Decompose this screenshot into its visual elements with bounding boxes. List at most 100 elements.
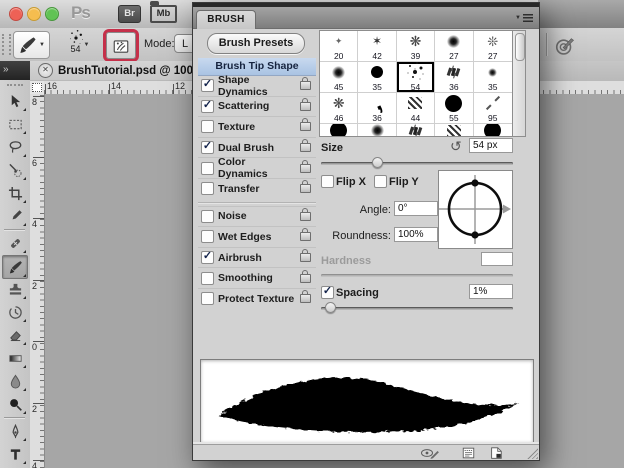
checkbox[interactable] [201, 292, 214, 305]
option-label[interactable]: Airbrush [218, 252, 262, 264]
toggle-live-tip-preview-button[interactable] [419, 446, 441, 460]
brush-preset-cell[interactable]: 35 [358, 62, 396, 93]
brush-preset-cell[interactable]: 95 [474, 93, 512, 124]
checkbox[interactable] [201, 210, 214, 223]
tip-option-transfer[interactable]: Transfer [198, 178, 316, 199]
brush-grid-scrollbar[interactable] [513, 30, 526, 137]
tip-option-airbrush[interactable]: ✓ Airbrush [198, 247, 316, 268]
slider-thumb[interactable] [372, 157, 383, 168]
panel-resize-grip[interactable] [527, 448, 538, 459]
roundness-input[interactable]: 100% [394, 227, 438, 242]
collapse-toolbox-button[interactable]: » [0, 61, 30, 80]
angle-roundness-preview[interactable] [438, 170, 513, 249]
brush-preset-cell[interactable]: ✦20 [320, 31, 358, 62]
tool-stamp[interactable] [3, 278, 27, 300]
checkbox[interactable]: ✓ [201, 100, 214, 113]
tip-option-scattering[interactable]: ✓ Scattering [198, 96, 316, 117]
tool-eraser[interactable] [3, 324, 27, 346]
spacing-checkbox[interactable]: ✓ [321, 286, 334, 299]
tool-type[interactable] [3, 443, 27, 465]
option-label[interactable]: Scattering [218, 100, 269, 112]
brush-preset-cell[interactable] [474, 124, 512, 137]
brush-preset-cell[interactable]: ❊27 [474, 31, 512, 62]
tool-marquee[interactable] [3, 113, 27, 135]
minimize-window-button[interactable] [27, 7, 41, 21]
spacing-slider[interactable] [321, 307, 513, 310]
brush-preset-cell[interactable]: 35 [474, 62, 512, 93]
option-label[interactable]: Shape Dynamics [218, 74, 296, 98]
brush-preset-cell[interactable] [320, 124, 358, 137]
tool-smudge[interactable] [3, 370, 27, 392]
tip-option-color-dynamics[interactable]: Color Dynamics [198, 157, 316, 178]
toggle-brush-panel-button[interactable] [106, 32, 136, 59]
checkbox[interactable] [201, 120, 214, 133]
checkbox[interactable]: ✓ [201, 251, 214, 264]
brush-preset-picker[interactable]: 54 ▼ [59, 31, 101, 58]
option-label[interactable]: Transfer [218, 183, 259, 195]
tool-history-brush[interactable] [3, 301, 27, 323]
open-preset-manager-button[interactable] [457, 446, 479, 460]
option-label[interactable]: Wet Edges [218, 231, 271, 243]
ruler-origin-box[interactable] [30, 81, 45, 95]
brush-preset-cell[interactable]: 36 [435, 62, 473, 93]
checkbox[interactable] [201, 230, 214, 243]
tip-option-protect-texture[interactable]: Protect Texture [198, 288, 316, 309]
checkbox[interactable]: ✓ [201, 79, 214, 92]
option-label[interactable]: Texture [218, 121, 255, 133]
flip-y-checkbox[interactable] [374, 175, 387, 188]
brush-presets-button[interactable]: Brush Presets [207, 33, 305, 54]
airbrush-toggle-button[interactable] [553, 33, 577, 57]
brush-preset-cell[interactable]: 27 [435, 31, 473, 62]
close-document-icon[interactable]: ✕ [38, 63, 53, 78]
checkbox[interactable] [201, 272, 214, 285]
tab-brush[interactable]: BRUSH [196, 10, 256, 29]
tool-eyedropper[interactable] [3, 205, 27, 227]
tool-pen[interactable] [3, 420, 27, 442]
tip-option-wet-edges[interactable]: Wet Edges [198, 226, 316, 247]
tool-brush[interactable] [2, 255, 28, 279]
brush-preset-cell[interactable] [397, 124, 435, 137]
slider-thumb[interactable] [325, 302, 336, 313]
brush-preset-cell[interactable] [435, 124, 473, 137]
spacing-input[interactable]: 1% [469, 284, 513, 299]
checkbox[interactable]: ✓ [201, 141, 214, 154]
angle-input[interactable]: 0° [394, 201, 438, 216]
option-label[interactable]: Smoothing [218, 272, 273, 284]
flip-x-checkbox[interactable] [321, 175, 334, 188]
tool-preset-picker-button[interactable]: ▼ [13, 31, 50, 59]
tool-crop[interactable] [3, 182, 27, 204]
brush-preset-cell[interactable] [358, 124, 396, 137]
options-bar-grip[interactable] [2, 34, 11, 55]
launch-bridge-button[interactable]: Br [118, 5, 141, 23]
brush-preset-cell[interactable]: 45 [320, 62, 358, 93]
checkbox[interactable] [201, 182, 214, 195]
brush-preset-cell[interactable]: 44 [397, 93, 435, 124]
tip-option-noise[interactable]: Noise [198, 206, 316, 227]
brush-preset-cell-selected[interactable]: 54 [397, 62, 435, 93]
tip-option-shape-dynamics[interactable]: ✓ Shape Dynamics [198, 76, 316, 96]
brush-preset-cell[interactable]: ✶42 [358, 31, 396, 62]
reset-size-icon[interactable]: ↺ [450, 139, 462, 153]
tool-lasso[interactable] [3, 136, 27, 158]
size-slider[interactable] [321, 162, 513, 165]
flip-y-label[interactable]: Flip Y [389, 176, 419, 188]
zoom-window-button[interactable] [45, 7, 59, 21]
flip-x-label[interactable]: Flip X [336, 176, 366, 188]
brush-preset-cell[interactable]: ❋39 [397, 31, 435, 62]
option-label[interactable]: Protect Texture [218, 293, 294, 305]
size-input[interactable]: 54 px [469, 138, 513, 153]
tool-gradient[interactable] [3, 347, 27, 369]
brush-preset-cell[interactable]: ,36 [358, 93, 396, 124]
close-window-button[interactable] [9, 7, 23, 21]
tool-move[interactable] [3, 90, 27, 112]
panel-menu-button[interactable]: ▼ [515, 11, 533, 25]
tool-quick-select[interactable] [3, 159, 27, 181]
scrollbar-thumb[interactable] [515, 33, 525, 61]
tip-option-dual-brush[interactable]: ✓Dual Brush [198, 137, 316, 158]
tool-healing[interactable] [3, 232, 27, 254]
spacing-label[interactable]: Spacing [336, 287, 379, 299]
option-label[interactable]: Noise [218, 210, 247, 222]
tip-option-smoothing[interactable]: Smoothing [198, 267, 316, 288]
checkbox[interactable] [201, 162, 214, 175]
launch-minibridge-button[interactable]: Mb [150, 5, 177, 23]
